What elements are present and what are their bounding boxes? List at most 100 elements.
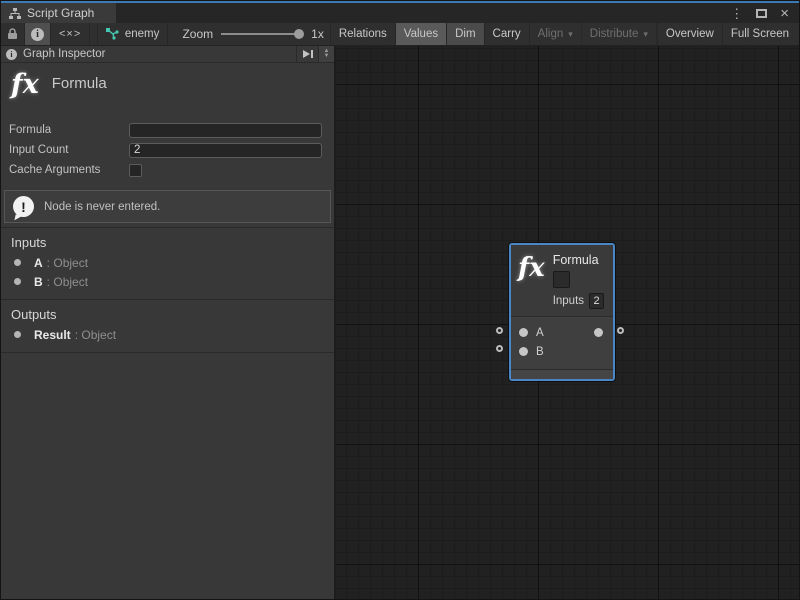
lock-button[interactable]	[1, 23, 25, 45]
warning-box: ! Node is never entered.	[4, 190, 331, 223]
zoom-slider-handle[interactable]	[294, 29, 304, 39]
spacer	[1, 344, 334, 352]
cache-arguments-checkbox[interactable]	[129, 164, 142, 177]
list-item-input-a: A : Object	[1, 253, 334, 272]
info-icon: i	[6, 49, 17, 60]
formula-node[interactable]: fx Formula Inputs 2 A	[509, 243, 615, 381]
inspector-header-controls: ▲ ▼	[296, 46, 334, 62]
divider	[1, 352, 334, 353]
unit-fields: Formula Input Count Cache Arguments	[1, 113, 334, 180]
panel-spinner[interactable]: ▲ ▼	[318, 46, 334, 62]
input-count-label: Input Count	[9, 144, 129, 156]
tab-script-graph[interactable]: Script Graph	[1, 3, 116, 23]
list-item-output-result: Result : Object	[1, 325, 334, 344]
node-footer	[511, 369, 613, 379]
distribute-dropdown[interactable]: Distribute ▾	[582, 23, 657, 45]
toolbar-space	[168, 23, 176, 45]
unit-title-block: fx Formula	[1, 63, 334, 113]
toggle-dim[interactable]: Dim	[447, 23, 484, 45]
lock-icon	[7, 28, 18, 40]
graph-inspector-panel: i Graph Inspector ▲ ▼ fx	[1, 46, 336, 599]
external-port-b[interactable]	[496, 345, 503, 352]
input-count-input[interactable]	[129, 143, 322, 158]
cache-arguments-row: Cache Arguments	[9, 160, 322, 180]
port-label: A	[536, 327, 544, 339]
node-header-content: Formula Inputs 2	[553, 250, 604, 316]
node-inputs-row: Inputs 2	[553, 293, 604, 309]
list-item-input-b: B : Object	[1, 272, 334, 291]
dock-panel-button[interactable]	[296, 46, 318, 62]
external-port-a[interactable]	[496, 327, 503, 334]
node-port-b: B	[511, 342, 613, 361]
port-dot-icon	[14, 331, 21, 338]
zoom-label: Zoom	[182, 27, 213, 41]
exclamation-icon: !	[21, 199, 26, 215]
inspector-title: Graph Inspector	[23, 48, 105, 60]
node-formula-input[interactable]	[553, 271, 570, 288]
input-port-a[interactable]	[519, 328, 528, 337]
toggle-relations[interactable]: Relations	[330, 23, 396, 45]
script-graph-window: Script Graph ⋮ × i <×>	[0, 0, 800, 600]
align-dropdown[interactable]: Align ▾	[530, 23, 582, 45]
formula-node-header[interactable]: fx Formula Inputs 2	[511, 245, 613, 316]
graph-reference-button[interactable]: enemy	[98, 23, 169, 45]
zoom-value: 1x	[311, 27, 324, 41]
port-name: B	[34, 275, 43, 289]
spacer	[1, 291, 334, 299]
info-icon: i	[31, 28, 44, 41]
inspector-header: i Graph Inspector ▲ ▼	[1, 46, 334, 63]
formula-input[interactable]	[129, 123, 322, 138]
window-menu-icon[interactable]: ⋮	[730, 7, 743, 20]
inspector-toggle-button[interactable]: i	[25, 23, 51, 45]
overview-button[interactable]: Overview	[657, 23, 723, 45]
port-type: : Object	[47, 275, 88, 289]
fx-icon: fx	[518, 253, 545, 316]
maximize-icon[interactable]	[756, 9, 767, 18]
spinner-down-icon: ▼	[324, 54, 330, 59]
toggle-carry[interactable]: Carry	[485, 23, 530, 45]
distribute-label: Distribute	[590, 28, 639, 40]
toggle-values[interactable]: Values	[396, 23, 447, 45]
unit-title: Formula	[52, 75, 107, 92]
port-name: A	[34, 256, 43, 270]
titlebar: Script Graph ⋮ ×	[1, 3, 799, 23]
external-port-result[interactable]	[617, 327, 624, 334]
chevron-down-icon: ▾	[568, 29, 573, 40]
warning-text: Node is never entered.	[44, 201, 160, 213]
graph-reference-label: enemy	[125, 28, 160, 40]
outputs-section-header: Outputs	[1, 300, 334, 325]
port-dot-icon	[14, 259, 21, 266]
graph-hierarchy-icon	[9, 8, 21, 19]
toolbar-gap	[90, 23, 98, 45]
graph-canvas[interactable]: fx Formula Inputs 2 A	[336, 46, 799, 599]
zoom-slider[interactable]	[221, 33, 301, 35]
tab-label: Script Graph	[27, 6, 94, 20]
chevron-down-icon: ▾	[643, 29, 648, 40]
node-inputs-label: Inputs	[553, 295, 584, 307]
port-type: : Object	[75, 328, 116, 342]
fullscreen-button[interactable]: Full Screen	[723, 23, 799, 45]
node-title: Formula	[553, 253, 604, 267]
code-view-button[interactable]: <×>	[51, 23, 90, 45]
formula-field-label: Formula	[9, 124, 129, 136]
main-split: i Graph Inspector ▲ ▼ fx	[1, 46, 799, 599]
code-icon: <×>	[59, 28, 81, 40]
warning-bubble-icon: !	[13, 196, 34, 217]
node-input-count[interactable]: 2	[589, 293, 604, 309]
input-port-b[interactable]	[519, 347, 528, 356]
cache-arguments-label: Cache Arguments	[9, 164, 129, 176]
zoom-control: Zoom 1x	[176, 23, 329, 45]
graph-toolbar: i <×> enemy Zoom 1x Relations Values Dim…	[1, 23, 799, 46]
window-controls: ⋮ ×	[730, 3, 799, 23]
node-ports-section: A B	[511, 317, 613, 369]
input-count-row: Input Count	[9, 140, 322, 160]
port-name: Result	[34, 328, 71, 342]
formula-field-row: Formula	[9, 120, 322, 140]
output-port-result[interactable]	[594, 328, 603, 337]
dock-icon	[301, 49, 314, 59]
graph-reference-icon	[106, 28, 119, 40]
port-label: B	[536, 346, 544, 358]
inputs-section-header: Inputs	[1, 228, 334, 253]
close-icon[interactable]: ×	[780, 6, 789, 21]
port-type: : Object	[47, 256, 88, 270]
